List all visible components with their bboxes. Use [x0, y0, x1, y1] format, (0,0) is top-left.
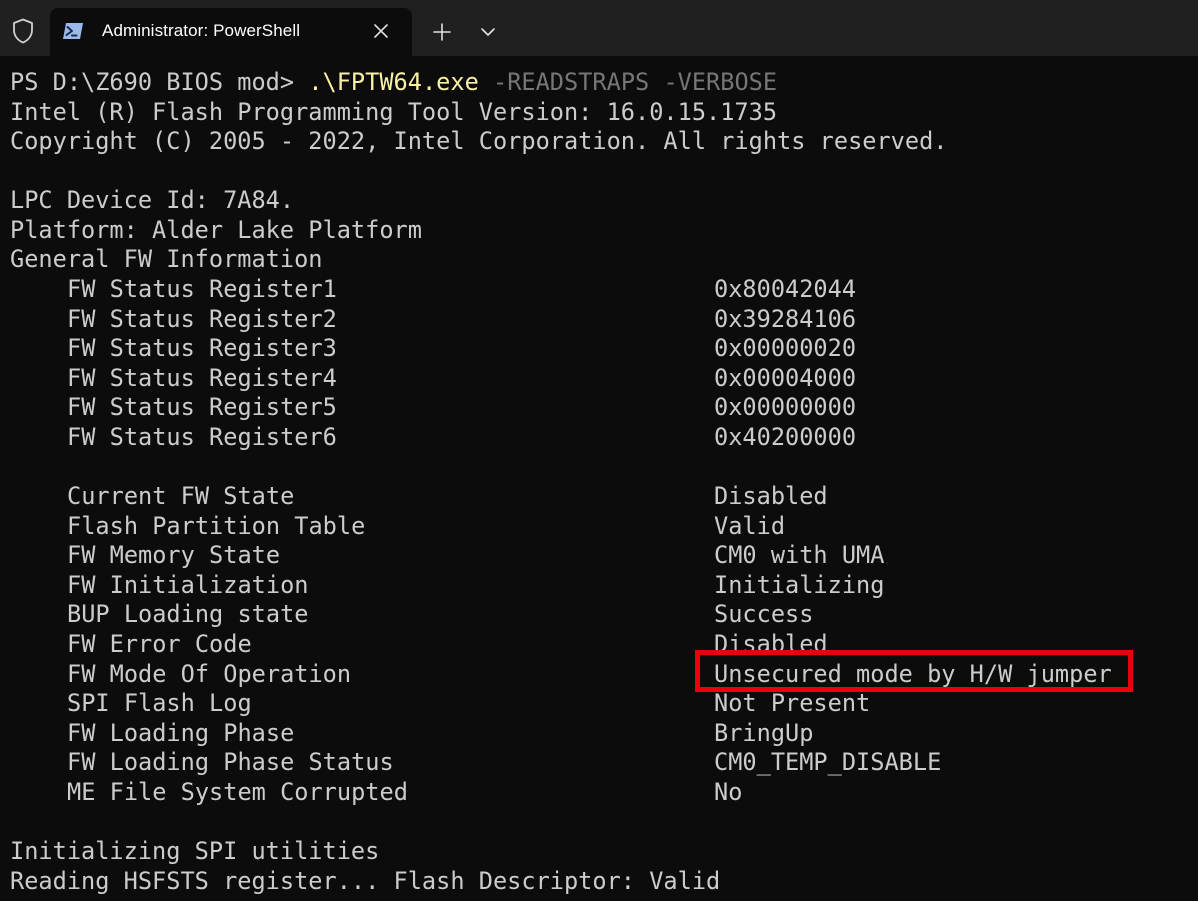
powershell-icon — [62, 22, 84, 40]
tab-powershell[interactable]: Administrator: PowerShell — [50, 8, 412, 56]
fw-info-value: BringUp — [714, 718, 814, 747]
platform-line: Platform: Alder Lake Platform — [10, 215, 422, 244]
fw-info-value: Initializing — [714, 570, 885, 599]
status-register-row: FW Status Register4 0x00004000 — [10, 364, 1190, 394]
register-value: 0x00004000 — [714, 363, 857, 392]
plus-icon — [433, 23, 451, 41]
register-label: FW Status Register4 — [67, 363, 337, 392]
fw-info-value: No — [714, 777, 743, 806]
status-register-row: FW Status Register3 0x00000020 — [10, 334, 1190, 364]
fw-info-label: Current FW State — [67, 482, 295, 511]
fw-info-value: Not Present — [714, 689, 871, 718]
fw-info-row: Flash Partition Table Valid — [10, 512, 1190, 542]
version-line: Intel (R) Flash Programming Tool Version… — [10, 97, 778, 126]
register-value: 0x00000000 — [714, 393, 857, 422]
status-register-row: FW Status Register1 0x80042044 — [10, 275, 1190, 305]
register-label: FW Status Register3 — [67, 334, 337, 363]
spi-init-line: Initializing SPI utilities — [10, 837, 380, 866]
register-value: 0x80042044 — [714, 275, 857, 304]
register-label: FW Status Register1 — [67, 275, 337, 304]
fw-info-label: FW Loading Phase — [67, 718, 295, 747]
register-value: 0x39284106 — [714, 304, 857, 333]
fw-info-label: FW Initialization — [67, 570, 309, 599]
register-value: 0x00000020 — [714, 334, 857, 363]
shield-icon — [0, 8, 46, 54]
status-register-row: FW Status Register6 0x40200000 — [10, 423, 1190, 453]
fw-info-row: ME File System Corrupted No — [10, 778, 1190, 808]
fw-info-label: SPI Flash Log — [67, 689, 252, 718]
prompt: PS D:\Z690 BIOS mod> — [10, 68, 309, 96]
fw-info-label: Flash Partition Table — [67, 511, 366, 540]
fw-info-label: FW Error Code — [67, 629, 252, 658]
fw-info-row: FW Memory State CM0 with UMA — [10, 541, 1190, 571]
chevron-down-icon — [481, 28, 495, 36]
fw-info-row: BUP Loading state Success — [10, 600, 1190, 630]
device-id-line: LPC Device Id: 7A84. — [10, 186, 295, 215]
register-label: FW Status Register6 — [67, 422, 337, 451]
command-args: -READSTRAPS -VERBOSE — [478, 68, 778, 96]
new-tab-button[interactable] — [424, 14, 460, 50]
fw-info-value: Disabled — [714, 482, 828, 511]
highlight-annotation-box — [695, 650, 1133, 692]
fw-info-value: CM0_TEMP_DISABLE — [714, 748, 942, 777]
command-line: PS D:\Z690 BIOS mod> .\FPTW64.exe -READS… — [10, 68, 1190, 98]
status-register-row: FW Status Register5 0x00000000 — [10, 393, 1190, 423]
tab-title: Administrator: PowerShell — [102, 21, 301, 40]
fw-info-value: CM0 with UMA — [714, 541, 885, 570]
fw-info-row: FW Loading Phase BringUp — [10, 719, 1190, 749]
fw-info-value: Valid — [714, 511, 786, 540]
register-label: FW Status Register2 — [67, 304, 337, 333]
fw-info-label: FW Memory State — [67, 541, 281, 570]
fw-info-label: ME File System Corrupted — [67, 777, 408, 806]
terminal-output[interactable]: PS D:\Z690 BIOS mod> .\FPTW64.exe -READS… — [10, 68, 1190, 896]
fw-info-label: FW Mode Of Operation — [67, 659, 352, 688]
command-exe: .\FPTW64.exe — [308, 68, 479, 96]
fw-info-row: SPI Flash Log Not Present — [10, 689, 1190, 719]
general-fw-heading: General FW Information — [10, 245, 323, 274]
tab-dropdown-button[interactable] — [470, 16, 506, 48]
register-value: 0x40200000 — [714, 422, 857, 451]
fw-info-value: Success — [714, 600, 814, 629]
fw-info-label: BUP Loading state — [67, 600, 309, 629]
fw-info-row: Current FW State Disabled — [10, 482, 1190, 512]
fw-info-row: FW Initialization Initializing — [10, 571, 1190, 601]
title-bar: Administrator: PowerShell — [0, 0, 1198, 56]
hsfsts-line: Reading HSFSTS register... Flash Descrip… — [10, 866, 721, 895]
fw-info-row: FW Loading Phase Status CM0_TEMP_DISABLE — [10, 748, 1190, 778]
register-label: FW Status Register5 — [67, 393, 337, 422]
fw-info-label: FW Loading Phase Status — [67, 748, 394, 777]
close-icon[interactable] — [370, 20, 392, 42]
status-register-row: FW Status Register2 0x39284106 — [10, 305, 1190, 335]
copyright-line: Copyright (C) 2005 - 2022, Intel Corpora… — [10, 127, 948, 156]
